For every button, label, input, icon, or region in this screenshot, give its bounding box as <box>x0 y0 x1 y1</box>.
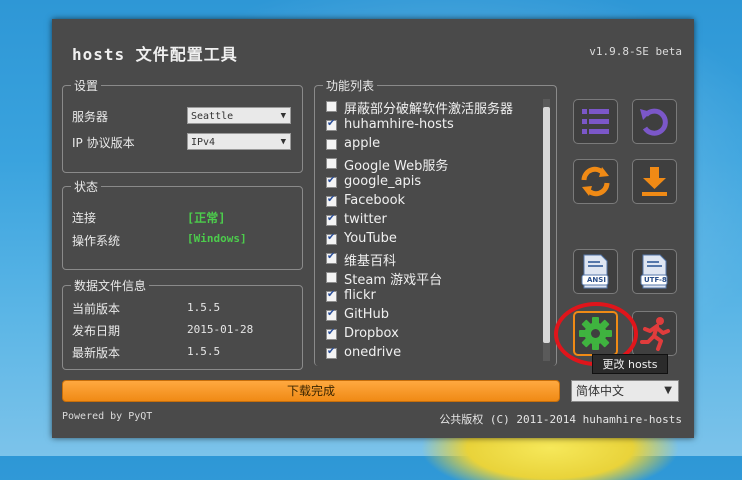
exit-button[interactable] <box>632 311 677 356</box>
checkbox[interactable] <box>326 139 337 150</box>
ansi-file-icon <box>581 254 609 289</box>
release-date-label: 发布日期 <box>72 324 121 338</box>
release-date-value: 2015-01-28 <box>187 323 254 336</box>
os-value: [Windows] <box>187 232 247 245</box>
checkbox[interactable] <box>326 289 337 302</box>
checkbox[interactable] <box>326 327 337 340</box>
ip-version-select[interactable]: IPv4 ▼ <box>187 133 291 150</box>
function-list-button[interactable] <box>573 99 618 144</box>
function-list-legend: 功能列表 <box>323 77 378 94</box>
language-select[interactable]: 简体中文 ▼ <box>571 380 679 402</box>
undo-icon <box>640 108 668 136</box>
settings-group: 设置 服务器 Seattle ▼ IP 协议版本 IPv4 ▼ <box>62 77 303 173</box>
export-utf8-button[interactable]: UTF-8 <box>632 249 677 294</box>
checkbox[interactable] <box>326 232 337 245</box>
scrollbar-thumb[interactable] <box>543 107 550 343</box>
os-label: 操作系统 <box>72 234 121 248</box>
server-label: 服务器 <box>72 110 109 124</box>
app-window: hosts 文件配置工具 v1.9.8-SE beta 设置 服务器 Seatt… <box>52 19 694 438</box>
refresh-button[interactable] <box>573 159 618 204</box>
datafile-legend: 数据文件信息 <box>71 277 150 294</box>
checkbox[interactable] <box>326 272 337 283</box>
progress-bar: 下载完成 <box>62 380 560 402</box>
latest-version-value: 1.5.5 <box>187 345 221 358</box>
utf8-file-icon <box>640 254 668 289</box>
current-version-label: 当前版本 <box>72 302 121 316</box>
checkbox[interactable] <box>326 213 337 226</box>
checkbox[interactable] <box>326 175 337 188</box>
datafile-group: 数据文件信息 当前版本 1.5.5 发布日期 2015-01-28 最新版本 1… <box>62 277 303 370</box>
ip-version-select-value: IPv4 <box>191 137 216 148</box>
server-select[interactable]: Seattle ▼ <box>187 107 291 124</box>
powered-by: Powered by PyQT <box>62 411 153 422</box>
function-list-scrollbar[interactable] <box>543 99 550 361</box>
app-version: v1.9.8-SE beta <box>589 45 682 58</box>
running-man-icon <box>640 317 670 351</box>
language-select-value: 简体中文 <box>576 384 625 398</box>
latest-version-label: 最新版本 <box>72 346 121 360</box>
chevron-down-icon: ▼ <box>280 111 286 121</box>
list-icon <box>582 109 609 134</box>
utf8-label: UTF-8 <box>644 276 667 284</box>
tooltip: 更改 hosts <box>592 354 668 374</box>
checkbox[interactable] <box>326 158 337 169</box>
download-button[interactable] <box>632 159 677 204</box>
checkbox[interactable] <box>326 251 337 264</box>
refresh-icon <box>581 166 610 197</box>
connection-label: 连接 <box>72 211 97 225</box>
download-icon <box>642 167 667 196</box>
restore-button[interactable] <box>632 99 677 144</box>
export-ansi-button[interactable]: ANSI <box>573 249 618 294</box>
app-title: hosts 文件配置工具 <box>72 45 238 64</box>
chevron-down-icon: ▼ <box>280 137 286 147</box>
status-group: 状态 连接 [正常] 操作系统 [Windows] <box>62 178 303 270</box>
checkbox[interactable] <box>326 346 337 359</box>
function-list: 屏蔽部分破解软件激活服务器 huhamhire-hosts apple Goog… <box>320 98 550 361</box>
ip-version-label: IP 协议版本 <box>72 136 135 150</box>
copyright: 公共版权 (C) 2011-2014 huhamhire-hosts <box>439 413 682 426</box>
progress-text: 下载完成 <box>286 384 335 398</box>
checkbox[interactable] <box>326 308 337 321</box>
server-select-value: Seattle <box>191 111 234 122</box>
checkbox[interactable] <box>326 101 337 112</box>
ansi-label: ANSI <box>587 276 606 284</box>
current-version-value: 1.5.5 <box>187 301 221 314</box>
status-legend: 状态 <box>71 178 102 195</box>
connection-status: [正常] <box>187 211 226 225</box>
checkbox[interactable] <box>326 194 337 207</box>
settings-legend: 设置 <box>71 77 102 94</box>
chevron-down-icon: ▼ <box>664 385 672 396</box>
checkbox[interactable] <box>326 118 337 131</box>
